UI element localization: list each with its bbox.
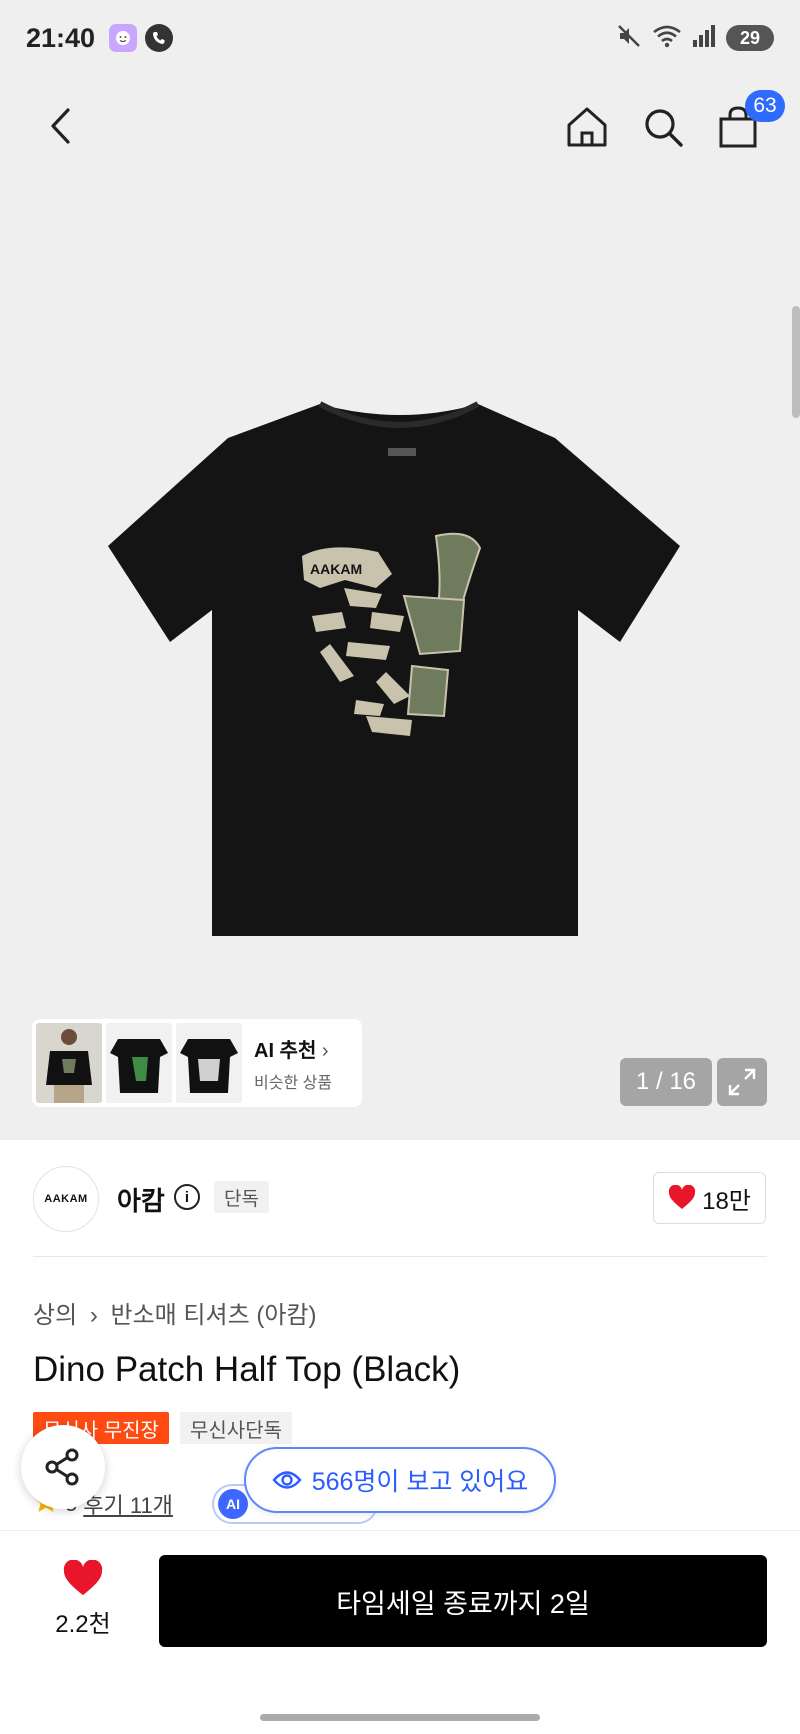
wishlist-button[interactable]: 2.2천 bbox=[40, 1560, 126, 1639]
back-button[interactable] bbox=[40, 102, 80, 150]
badge-musinsa-exclusive: 무신사단독 bbox=[180, 1412, 292, 1444]
heart-icon bbox=[63, 1560, 103, 1596]
ai-recommendation-title: AI 추천 › bbox=[254, 1039, 329, 1062]
status-bar: 21:40 29 bbox=[0, 0, 800, 76]
product-image-carousel[interactable]: AAKAM AI 추천 › 비슷한 상품 1 / 16 bbox=[0, 176, 800, 1140]
product-tshirt-image: AAKAM bbox=[108, 401, 680, 936]
home-button[interactable] bbox=[562, 102, 612, 152]
eye-icon bbox=[272, 1471, 302, 1489]
chevron-right-icon: › bbox=[321, 1039, 329, 1062]
wishlist-count: 2.2천 bbox=[55, 1611, 111, 1638]
chevron-left-icon bbox=[51, 108, 70, 144]
brand-like-button[interactable]: 18만 bbox=[653, 1172, 766, 1224]
home-indicator[interactable] bbox=[260, 1714, 540, 1721]
svg-text:AAKAM: AAKAM bbox=[310, 561, 362, 577]
ai-recommendation-text: AI 추천 › 비슷한 상품 bbox=[254, 1034, 332, 1093]
ai-recommendation-subtitle: 비슷한 상품 bbox=[254, 1074, 333, 1092]
share-icon bbox=[45, 1448, 79, 1486]
cart-button[interactable]: 63 bbox=[713, 90, 785, 152]
status-icons: 29 bbox=[616, 23, 774, 54]
breadcrumb-item-subcategory[interactable]: 반소매 티셔츠 (아캄) bbox=[111, 1302, 317, 1329]
mute-icon bbox=[616, 23, 642, 54]
buy-button[interactable]: 타임세일 종료까지 2일 bbox=[159, 1555, 767, 1647]
app-notification-icon bbox=[109, 24, 138, 52]
share-button[interactable] bbox=[21, 1425, 105, 1509]
call-notification-icon bbox=[145, 24, 174, 52]
battery-indicator: 29 bbox=[726, 25, 774, 51]
cart-count-badge: 63 bbox=[745, 90, 785, 122]
viewers-text: 566명이 보고 있어요 bbox=[311, 1468, 529, 1496]
search-button[interactable] bbox=[638, 102, 688, 152]
search-icon bbox=[645, 109, 683, 147]
expand-image-button[interactable] bbox=[717, 1058, 767, 1106]
ai-badge: AI bbox=[218, 1489, 248, 1519]
expand-icon bbox=[728, 1068, 756, 1096]
chevron-right-icon: › bbox=[89, 1302, 98, 1329]
product-title: Dino Patch Half Top (Black) bbox=[33, 1350, 461, 1389]
viewers-count-pill: 566명이 보고 있어요 bbox=[244, 1447, 556, 1513]
exclusive-tag: 단독 bbox=[214, 1181, 269, 1213]
review-link[interactable]: 후기 11개 bbox=[83, 1488, 173, 1520]
ai-recommendation-card[interactable]: AI 추천 › 비슷한 상품 bbox=[32, 1019, 362, 1107]
brand-name[interactable]: 아캄 bbox=[117, 1181, 165, 1218]
breadcrumb-item-category[interactable]: 상의 bbox=[33, 1302, 77, 1329]
signal-icon bbox=[692, 23, 716, 54]
heart-icon bbox=[669, 1185, 696, 1209]
breadcrumb: 상의 › 반소매 티셔츠 (아캄) bbox=[33, 1295, 316, 1330]
product-page: 21:40 29 63 AAKAM AI 추천 › 비슷한 상품 1 / 16 … bbox=[0, 0, 800, 1734]
divider bbox=[33, 1256, 767, 1257]
wifi-icon bbox=[652, 23, 682, 54]
brand-like-count: 18만 bbox=[702, 1187, 751, 1215]
status-time: 21:40 bbox=[26, 22, 96, 53]
recommendation-thumb-3[interactable] bbox=[176, 1023, 242, 1103]
home-icon bbox=[567, 107, 607, 147]
top-nav: 63 bbox=[0, 76, 800, 176]
recommendation-thumb-1[interactable] bbox=[36, 1023, 102, 1103]
brand-logo[interactable]: AAKAM bbox=[33, 1166, 99, 1232]
image-counter: 1 / 16 bbox=[620, 1058, 712, 1106]
recommendation-thumb-2[interactable] bbox=[106, 1023, 172, 1103]
info-icon[interactable]: i bbox=[174, 1184, 200, 1210]
